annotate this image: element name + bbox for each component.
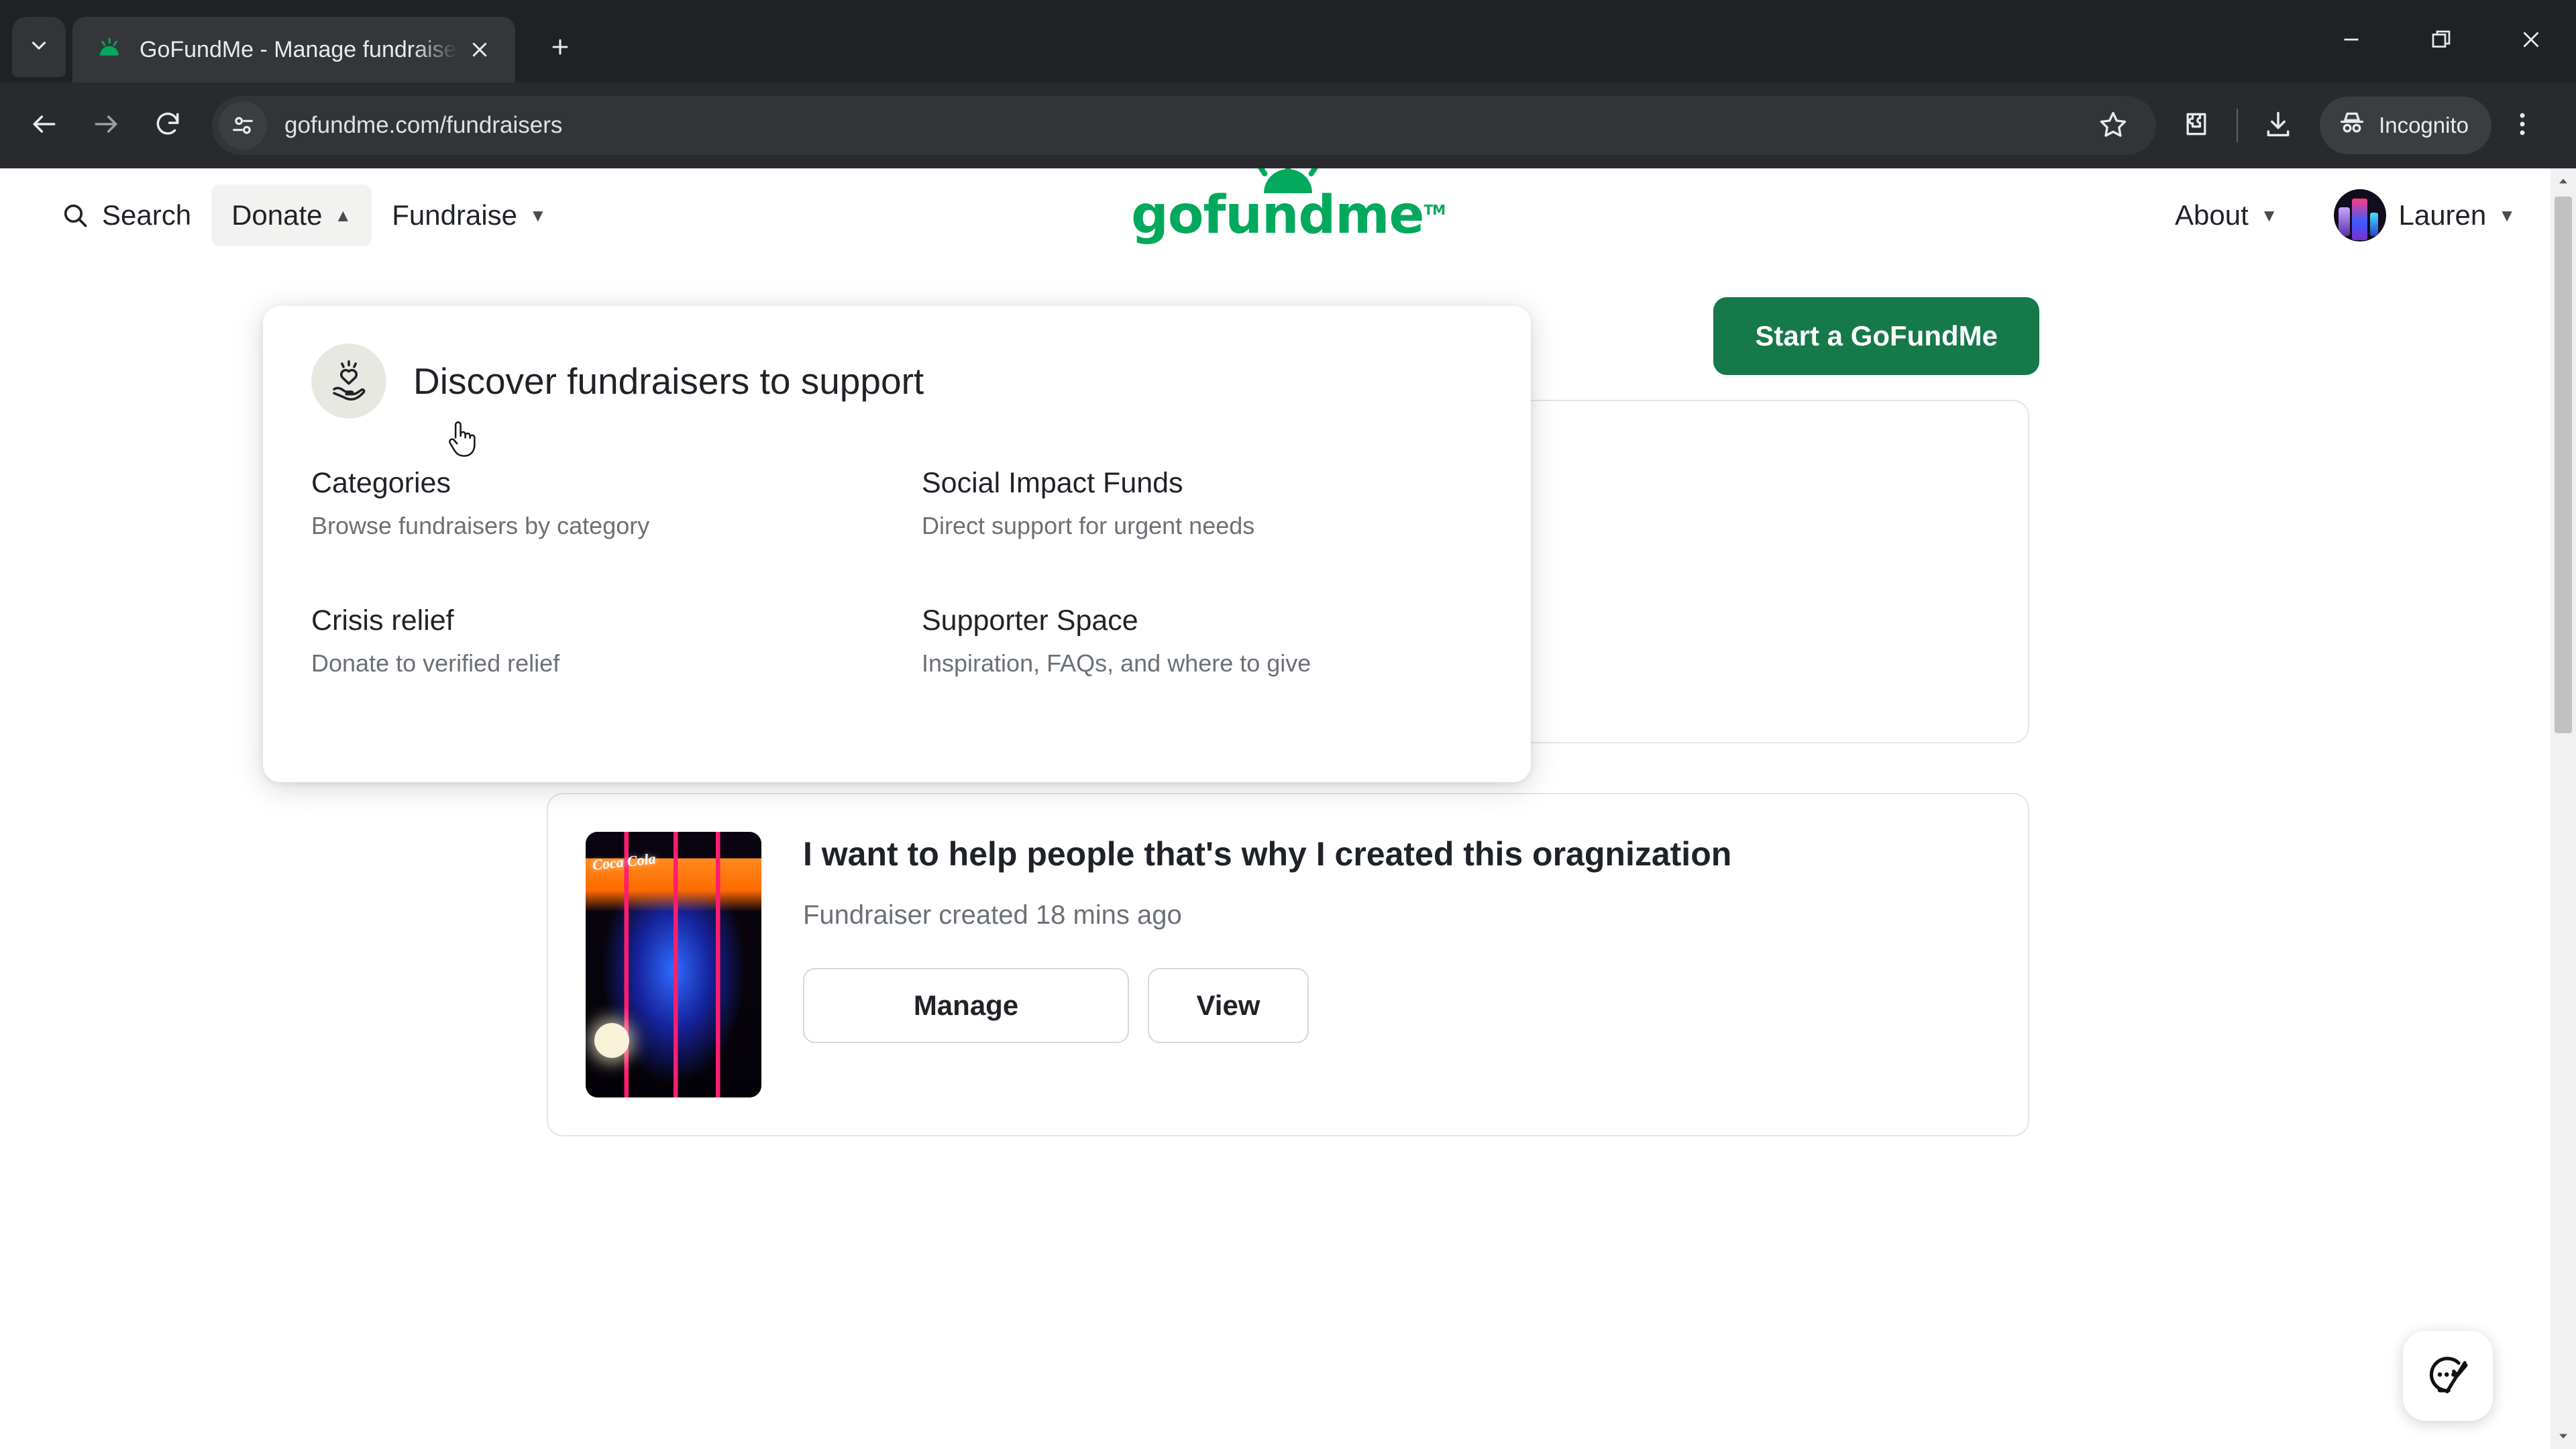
tab-title: GoFundMe - Manage fundraise	[140, 37, 458, 63]
gofundme-flame-icon	[95, 36, 123, 64]
nav-item-search[interactable]: Search	[40, 184, 211, 246]
close-icon[interactable]	[462, 32, 498, 68]
dropdown-item-label: Crisis relief	[311, 604, 922, 637]
chevron-down-icon	[28, 34, 50, 60]
dropdown-item-crisis-relief[interactable]: Crisis relief Donate to verified relief	[311, 604, 922, 678]
chrome-menu-button[interactable]	[2491, 95, 2553, 156]
fundraiser-created-text: Fundraiser created 18 mins ago	[803, 900, 1990, 930]
extensions-button[interactable]	[2165, 95, 2227, 156]
forward-button[interactable]	[75, 95, 137, 156]
arrow-forward-icon	[91, 109, 121, 142]
chevron-down-icon: ▼	[2498, 207, 2516, 224]
dropdown-links-grid: Categories Browse fundraisers by categor…	[311, 467, 1483, 678]
back-button[interactable]	[13, 95, 75, 156]
incognito-indicator[interactable]: Incognito	[2320, 97, 2491, 154]
primary-nav: Search Donate ▲ Fundraise ▼	[40, 184, 567, 246]
new-tab-button[interactable]	[535, 23, 585, 73]
dropdown-item-label: Categories	[311, 467, 922, 500]
nav-donate-label: Donate	[231, 199, 322, 231]
dropdown-header: Discover fundraisers to support	[311, 343, 1483, 419]
fundraiser-card-body: I want to help people that's why I creat…	[803, 832, 1990, 1043]
three-dot-menu-icon	[2508, 109, 2537, 142]
dropdown-item-supporter-space[interactable]: Supporter Space Inspiration, FAQs, and w…	[922, 604, 1483, 678]
browser-tab[interactable]: GoFundMe - Manage fundraise	[72, 17, 515, 83]
user-name-label: Lauren	[2398, 199, 2486, 231]
page-scrollbar[interactable]	[2551, 168, 2576, 1449]
hand-heart-icon	[311, 343, 386, 419]
chat-check-icon	[2424, 1350, 2472, 1402]
browser-toolbar: gofundme.com/fundraisers	[0, 83, 2576, 168]
scrollbar-thumb[interactable]	[2555, 197, 2572, 733]
chevron-up-icon: ▲	[335, 207, 352, 224]
tab-strip: GoFundMe - Manage fundraise	[0, 0, 2576, 83]
logo-sunrise-icon	[1228, 168, 1348, 196]
thumbnail-sign-text: Coca Cola	[592, 850, 657, 874]
window-controls	[2306, 0, 2576, 83]
minimize-icon	[2339, 28, 2363, 55]
arrow-back-icon	[30, 109, 59, 142]
fundraiser-card-actions: Manage View	[803, 968, 1990, 1043]
star-icon	[2098, 109, 2128, 142]
scroll-down-arrow[interactable]	[2551, 1424, 2576, 1449]
start-a-gofundme-button[interactable]: Start a GoFundMe	[1713, 297, 2039, 375]
dropdown-item-description: Donate to verified relief	[311, 649, 922, 678]
donate-dropdown-panel: Discover fundraisers to support Categori…	[263, 306, 1531, 782]
downloads-button[interactable]	[2247, 95, 2309, 156]
minimize-button[interactable]	[2306, 0, 2396, 83]
manage-button[interactable]: Manage	[803, 968, 1129, 1043]
dropdown-item-categories[interactable]: Categories Browse fundraisers by categor…	[311, 467, 922, 540]
nav-about-label: About	[2175, 199, 2249, 231]
dropdown-item-description: Browse fundraisers by category	[311, 512, 922, 540]
logo-trademark: TM	[1424, 202, 1445, 218]
fundraiser-card: Coca Cola I want to help people that's w…	[547, 793, 2029, 1136]
chevron-down-icon: ▼	[529, 207, 547, 224]
window-close-button[interactable]	[2486, 0, 2576, 83]
avatar	[2334, 189, 2386, 241]
toolbar-divider	[2237, 109, 2238, 142]
bookmark-button[interactable]	[2082, 95, 2144, 156]
page-viewport: Search Donate ▲ Fundraise ▼	[0, 168, 2576, 1449]
view-button[interactable]: View	[1148, 968, 1309, 1043]
site-header: Search Donate ▲ Fundraise ▼	[0, 168, 2576, 262]
address-bar[interactable]: gofundme.com/fundraisers	[212, 96, 2156, 155]
tab-search-button[interactable]	[12, 17, 66, 77]
cta-row: Start a GoFundMe	[1713, 297, 2039, 375]
nav-fundraise-label: Fundraise	[392, 199, 517, 231]
dropdown-title: Discover fundraisers to support	[413, 360, 924, 402]
plus-icon	[549, 36, 572, 62]
incognito-label: Incognito	[2379, 113, 2469, 138]
url-text[interactable]: gofundme.com/fundraisers	[284, 112, 2082, 139]
dropdown-item-description: Direct support for urgent needs	[922, 512, 1483, 540]
nav-item-user-menu[interactable]: Lauren ▼	[2314, 174, 2536, 256]
fundraiser-title: I want to help people that's why I creat…	[803, 835, 1990, 873]
reload-button[interactable]	[137, 95, 199, 156]
search-icon	[60, 201, 90, 230]
dropdown-item-label: Social Impact Funds	[922, 467, 1483, 500]
download-icon	[2263, 109, 2293, 142]
coca-cola-neon-photo: Coca Cola	[586, 832, 761, 1097]
dropdown-item-social-impact-funds[interactable]: Social Impact Funds Direct support for u…	[922, 467, 1483, 540]
feedback-chat-button[interactable]	[2403, 1331, 2493, 1421]
nav-search-label: Search	[102, 199, 191, 231]
chevron-down-icon: ▼	[2261, 207, 2278, 224]
gofundme-logo[interactable]: gofundmeTM	[1131, 189, 1445, 241]
reload-icon	[153, 109, 182, 142]
browser-window: GoFundMe - Manage fundraise	[0, 0, 2576, 1449]
nav-item-about[interactable]: About ▼	[2155, 184, 2298, 246]
maximize-button[interactable]	[2396, 0, 2486, 83]
tune-settings-icon[interactable]	[219, 101, 267, 150]
nav-item-fundraise[interactable]: Fundraise ▼	[372, 184, 567, 246]
maximize-restore-icon	[2429, 28, 2453, 55]
dropdown-item-description: Inspiration, FAQs, and where to give	[922, 649, 1483, 678]
dropdown-item-label: Supporter Space	[922, 604, 1483, 637]
extensions-puzzle-icon	[2182, 109, 2211, 142]
scroll-up-arrow[interactable]	[2551, 168, 2576, 194]
secondary-nav: About ▼ Lauren ▼	[2155, 174, 2536, 256]
incognito-hat-icon	[2337, 108, 2379, 143]
nav-item-donate[interactable]: Donate ▲	[211, 184, 372, 246]
window-close-icon	[2519, 28, 2543, 55]
